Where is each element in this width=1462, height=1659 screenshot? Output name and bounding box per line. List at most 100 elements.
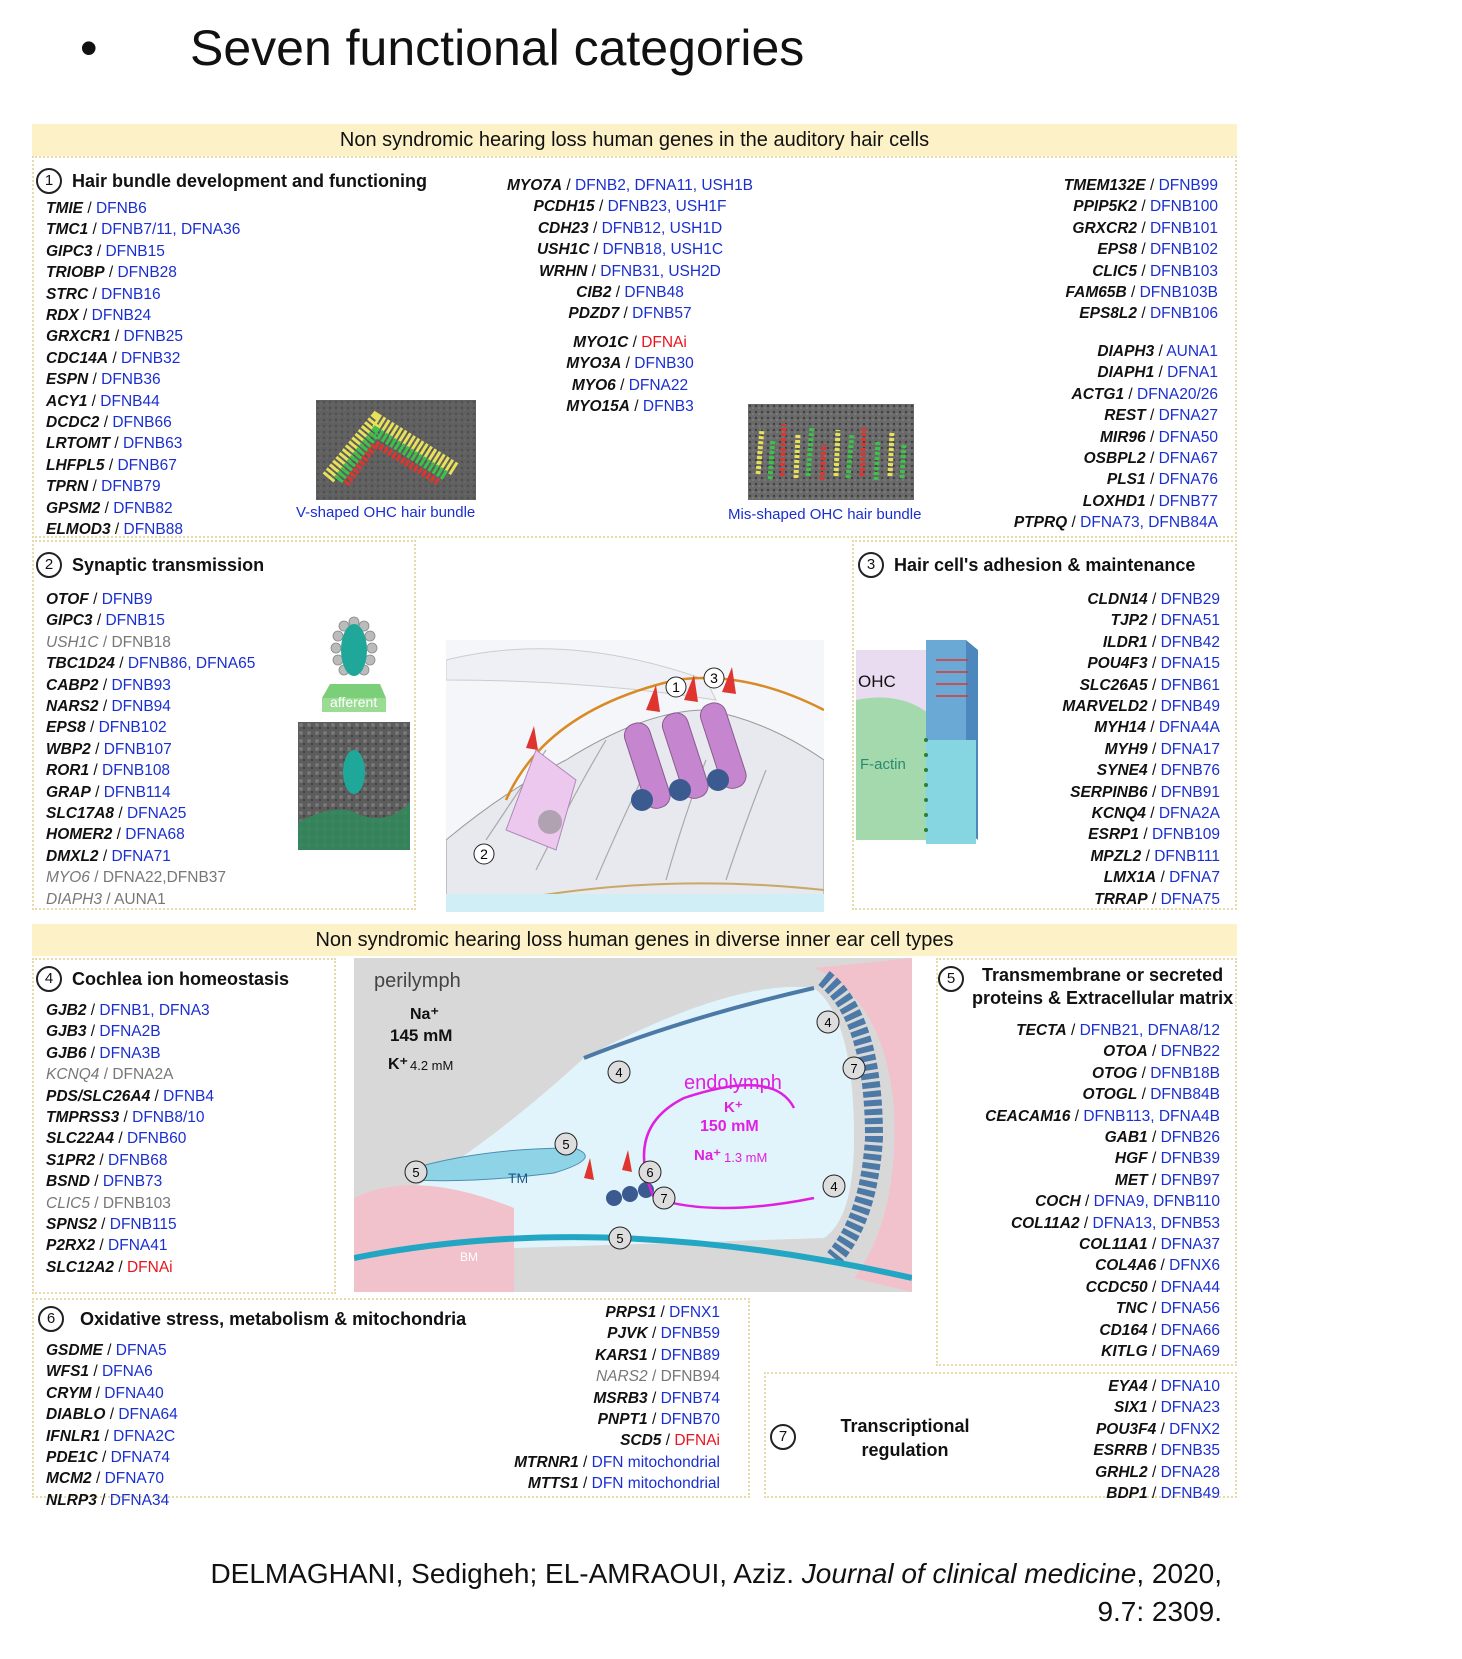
dfn-locus: DFNB18, USH1C — [602, 241, 724, 259]
gene-symbol: MYO3A — [566, 355, 622, 373]
dfn-locus: DFNB3 — [642, 398, 694, 416]
separator: / — [86, 1002, 100, 1019]
separator: / — [119, 1109, 133, 1127]
dfn-locus: DFNX1 — [669, 1304, 720, 1321]
separator: / — [1147, 1150, 1161, 1168]
dfn-locus: DFNB89 — [660, 1346, 720, 1364]
gene-row: LHFPL5 / DFNB67 — [46, 455, 240, 476]
tectorial-membrane-label: TM — [508, 1170, 529, 1186]
section-1-gene-list-left: TMIE / DFNB6 TMC1 / DFNB7/11, DFNA36 GIPC3… — [46, 198, 240, 541]
gene-symbol: LMX1A — [1103, 869, 1157, 887]
gene-row: KITLG / DFNA69 — [946, 1341, 1220, 1362]
gene-symbol: CLIC5 — [46, 1194, 90, 1212]
gene-row: PRPS1 / DFNX1 — [460, 1302, 720, 1323]
separator: / — [110, 328, 124, 346]
dfn-locus: DFNA10 — [1160, 1378, 1220, 1395]
gene-symbol: WFS1 — [46, 1363, 90, 1381]
gene-symbol: PPIP5K2 — [1073, 198, 1138, 216]
separator: / — [1147, 1300, 1161, 1318]
dfn-locus: DFNA56 — [1160, 1300, 1220, 1318]
gene-row: CRYM / DFNA40 — [46, 1383, 178, 1404]
section-7-gene-list: EYA4 / DFNA10 SIX1 / DFNA23 POU3F4 / DFNX2… — [1000, 1376, 1220, 1504]
dfn-locus: DFNB28 — [117, 264, 177, 282]
gene-symbol: PCDH15 — [533, 198, 595, 216]
gene-row: EYA4 / DFNA10 — [1000, 1376, 1220, 1397]
dfn-locus: DFNB25 — [123, 328, 183, 346]
gene-symbol: OTOGL — [1082, 1086, 1138, 1104]
separator: / — [1145, 805, 1159, 823]
caption-mis-shaped: Mis-shaped OHC hair bundle — [728, 506, 922, 523]
separator: / — [1147, 612, 1161, 630]
dfn-locus: DFNA71 — [111, 847, 171, 865]
gene-symbol: DIABLO — [46, 1406, 106, 1424]
gene-symbol: CDC14A — [46, 349, 109, 367]
gene-row: GIPC3 / DFNB15 — [46, 610, 255, 631]
section-1-gene-list-myosins: MYO1C / DFNAi MYO3A / DFNB30 MYO6 / DFNA22… — [470, 332, 790, 418]
gene-symbol: ACY1 — [46, 392, 88, 410]
section-1-number: 1 — [36, 168, 62, 194]
gene-row: MYO3A / DFNB30 — [470, 353, 790, 374]
gene-symbol: SLC22A4 — [46, 1130, 115, 1148]
separator: / — [92, 612, 106, 630]
separator: / — [1145, 450, 1159, 468]
gene-symbol: EPS8 — [46, 719, 86, 737]
gene-row: HOMER2 / DFNA68 — [46, 824, 255, 845]
separator: / — [1147, 1378, 1161, 1395]
separator: / — [594, 198, 608, 216]
dfn-locus: DFNB23, USH1F — [607, 198, 727, 216]
gene-symbol: CEACAM16 — [985, 1107, 1071, 1125]
separator: / — [1147, 698, 1161, 716]
gene-symbol: ESPN — [46, 371, 89, 389]
f-actin-label: F-actin — [860, 756, 906, 773]
svg-text:6: 6 — [646, 1165, 653, 1180]
dfn-locus: DFNAi — [641, 334, 687, 351]
separator: / — [92, 242, 106, 260]
dfn-locus: DFNB12, USH1D — [601, 219, 723, 237]
dfn-locus: DFNB61 — [1160, 676, 1220, 694]
gene-row: ELMOD3 / DFNB88 — [46, 519, 240, 540]
gene-symbol: BDP1 — [1106, 1485, 1148, 1503]
separator: / — [104, 264, 118, 282]
gene-symbol: REST — [1104, 407, 1146, 425]
gene-symbol: FAM65B — [1065, 284, 1127, 302]
dfn-locus: DFNA41 — [108, 1237, 168, 1255]
section-6-header: 6 Oxidative stress, metabolism & mitocho… — [38, 1306, 466, 1332]
dfn-locus: DFNB102 — [1149, 241, 1218, 259]
dfn-locus: DFNB107 — [103, 740, 172, 758]
separator: / — [1079, 1214, 1093, 1232]
separator: / — [1126, 284, 1140, 302]
separator: / — [588, 219, 602, 237]
gene-symbol: GJB6 — [46, 1044, 87, 1062]
dfn-locus: DFNB48 — [624, 284, 684, 302]
title-text: Seven functional categories — [190, 20, 805, 76]
gene-symbol: OSBPL2 — [1083, 450, 1146, 468]
separator: / — [1147, 591, 1161, 608]
gene-row: TBC1D24 / DFNB86, DFNA65 — [46, 653, 255, 674]
separator: / — [95, 1237, 109, 1255]
gene-symbol: MYO1C — [573, 334, 629, 351]
gene-symbol: GIPC3 — [46, 612, 93, 630]
separator: / — [114, 655, 128, 673]
dfn-locus: DFNA44 — [1160, 1278, 1220, 1296]
separator: / — [1137, 219, 1150, 237]
separator: / — [1147, 1463, 1161, 1481]
section-6-gene-list-left: GSDME / DFNA5 WFS1 / DFNA6 CRYM / DFNA40 DI… — [46, 1340, 178, 1511]
dfn-locus: DFNB24 — [91, 307, 152, 325]
separator: / — [1147, 740, 1161, 758]
endolymph-k-label: K⁺ — [724, 1099, 743, 1116]
svg-text:2: 2 — [480, 846, 488, 862]
gene-row: OTOG / DFNB18B — [946, 1063, 1220, 1084]
dfn-locus: DFNA9, DFNB110 — [1093, 1193, 1220, 1211]
dfn-locus: DFNA15 — [1160, 655, 1220, 673]
synapse-em-image — [298, 722, 410, 850]
gene-row: SPNS2 / DFNB115 — [46, 1214, 214, 1235]
separator: / — [102, 890, 115, 908]
gene-symbol: GPSM2 — [46, 499, 101, 517]
citation-journal: Journal of clinical medicine — [801, 1558, 1137, 1589]
gene-row: MET / DFNB97 — [946, 1170, 1220, 1191]
gene-row: OSBPL2 / DFNA67 — [920, 448, 1218, 469]
separator: / — [578, 1475, 592, 1493]
svg-text:4: 4 — [830, 1179, 837, 1194]
separator: / — [1147, 1171, 1161, 1189]
separator: / — [1147, 1236, 1161, 1254]
